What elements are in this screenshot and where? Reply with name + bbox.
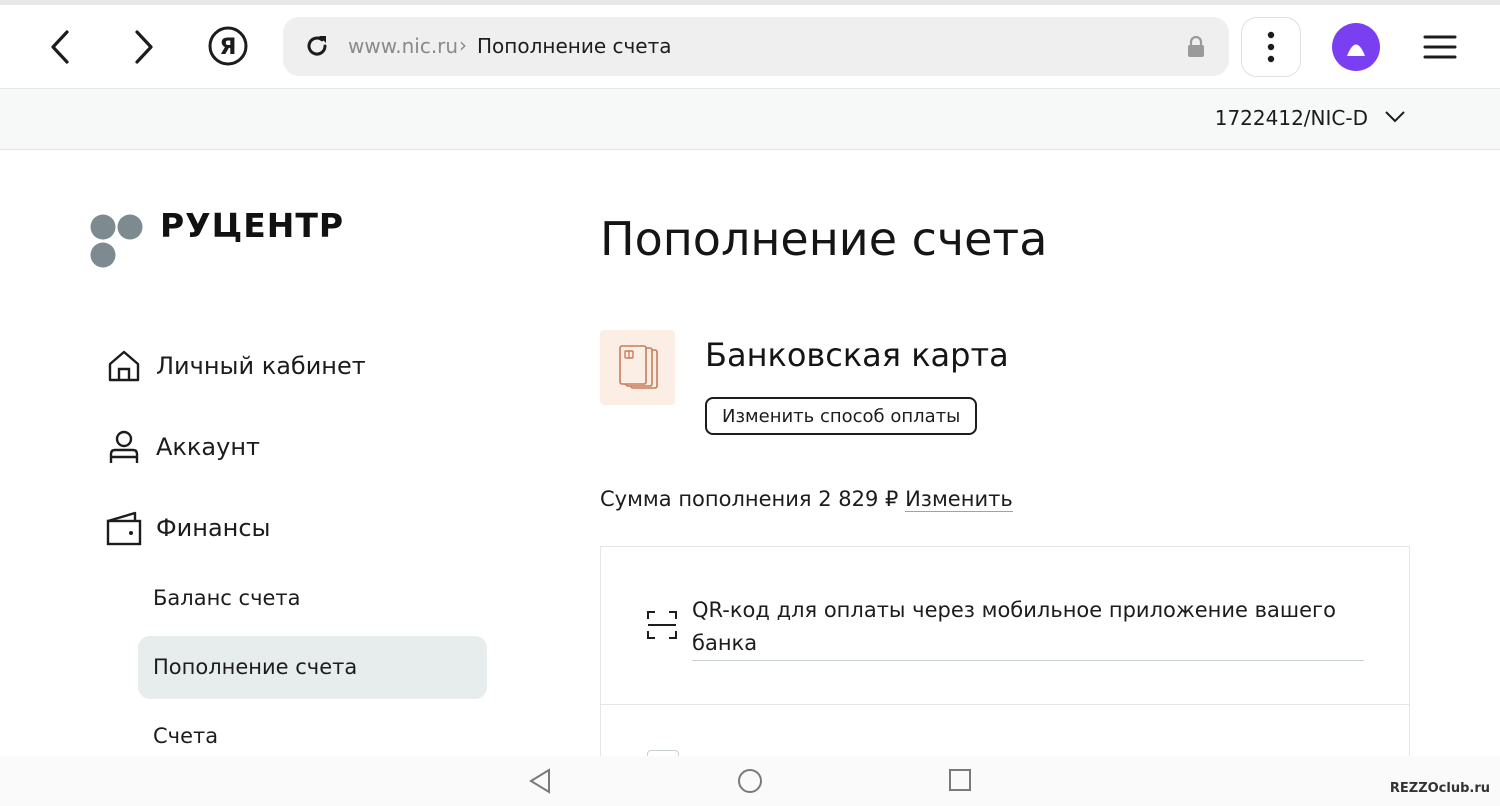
hamburger-menu-button[interactable] xyxy=(1423,34,1457,64)
back-arrow-icon xyxy=(51,30,69,64)
payment-options-list: QR-код для оплаты через мобильное прилож… xyxy=(600,546,1410,771)
circle-home-icon xyxy=(738,769,762,793)
sidebar-item-label: Аккаунт xyxy=(156,433,260,461)
browser-toolbar: Я www.nic.ru › Пополнение счета xyxy=(0,5,1500,89)
home-icon xyxy=(104,346,144,386)
bank-card-icon xyxy=(618,344,658,389)
amount-text: Сумма пополнения 2 829 ₽ xyxy=(600,487,899,511)
account-selector[interactable]: 1722412/NIC-D xyxy=(1215,106,1368,130)
chevron-down-icon[interactable] xyxy=(1384,109,1406,128)
url-separator: › xyxy=(459,33,467,57)
sidebar-item-account[interactable]: Аккаунт xyxy=(104,427,260,467)
sidebar-subitem-label: Счета xyxy=(153,724,219,748)
top-up-amount: Сумма пополнения 2 829 ₽ Изменить xyxy=(600,487,1013,512)
sidebar-subitem-label: Баланс счета xyxy=(153,586,301,610)
logo-text[interactable]: РУЦЕНТР xyxy=(160,206,344,245)
sidebar-item-finance[interactable]: Финансы xyxy=(104,508,271,548)
user-icon xyxy=(104,427,144,467)
nav-recents-button[interactable] xyxy=(948,768,972,796)
yandex-home-button[interactable]: Я xyxy=(207,25,249,67)
url-page-title: Пополнение счета xyxy=(477,34,672,58)
payment-option-label: QR-код для оплаты через мобильное прилож… xyxy=(692,594,1364,661)
hamburger-icon xyxy=(1423,35,1457,59)
svg-text:Я: Я xyxy=(220,35,237,60)
forward-button[interactable] xyxy=(124,27,164,67)
square-recents-icon xyxy=(949,769,971,791)
nav-back-button[interactable] xyxy=(528,768,552,798)
triangle-back-icon xyxy=(529,768,550,794)
qr-scan-icon xyxy=(647,611,677,643)
account-header: 1722412/NIC-D xyxy=(0,89,1500,150)
page-title: Пополнение счета xyxy=(600,212,1048,266)
reload-button[interactable] xyxy=(303,32,331,64)
wallet-icon xyxy=(104,508,144,548)
change-payment-method-button[interactable]: Изменить способ оплаты xyxy=(705,397,978,435)
sidebar-item-label: Личный кабинет xyxy=(156,352,366,380)
reload-icon xyxy=(307,36,327,56)
sidebar-subitem-balance[interactable]: Баланс счета xyxy=(138,567,487,630)
bank-card-tile xyxy=(600,330,675,405)
more-vertical-icon xyxy=(1267,31,1275,63)
browser-menu-button[interactable] xyxy=(1241,17,1301,77)
alice-icon xyxy=(1347,44,1365,56)
sidebar-item-label: Финансы xyxy=(156,514,271,542)
alice-assistant-button[interactable] xyxy=(1332,23,1380,71)
sidebar-subitem-top-up[interactable]: Пополнение счета xyxy=(138,636,487,699)
nav-home-button[interactable] xyxy=(737,768,763,798)
url-host: www.nic.ru xyxy=(348,34,459,58)
system-navigation-bar xyxy=(0,756,1500,806)
lock-icon xyxy=(1186,35,1206,62)
back-button[interactable] xyxy=(40,27,80,67)
watermark-text: REZZOclub.ru xyxy=(1389,781,1490,796)
address-bar[interactable]: www.nic.ru › Пополнение счета xyxy=(283,17,1229,76)
sidebar-subitem-label: Пополнение счета xyxy=(153,655,358,679)
payment-method-title: Банковская карта xyxy=(705,336,1009,374)
ru-center-logo-mark[interactable] xyxy=(90,214,146,274)
forward-arrow-icon xyxy=(135,30,153,64)
payment-option-qr[interactable]: QR-код для оплаты через мобильное прилож… xyxy=(601,547,1409,705)
yandex-logo-icon: Я xyxy=(208,26,248,66)
change-amount-link[interactable]: Изменить xyxy=(905,487,1013,512)
sidebar-item-personal-cabinet[interactable]: Личный кабинет xyxy=(104,346,366,386)
